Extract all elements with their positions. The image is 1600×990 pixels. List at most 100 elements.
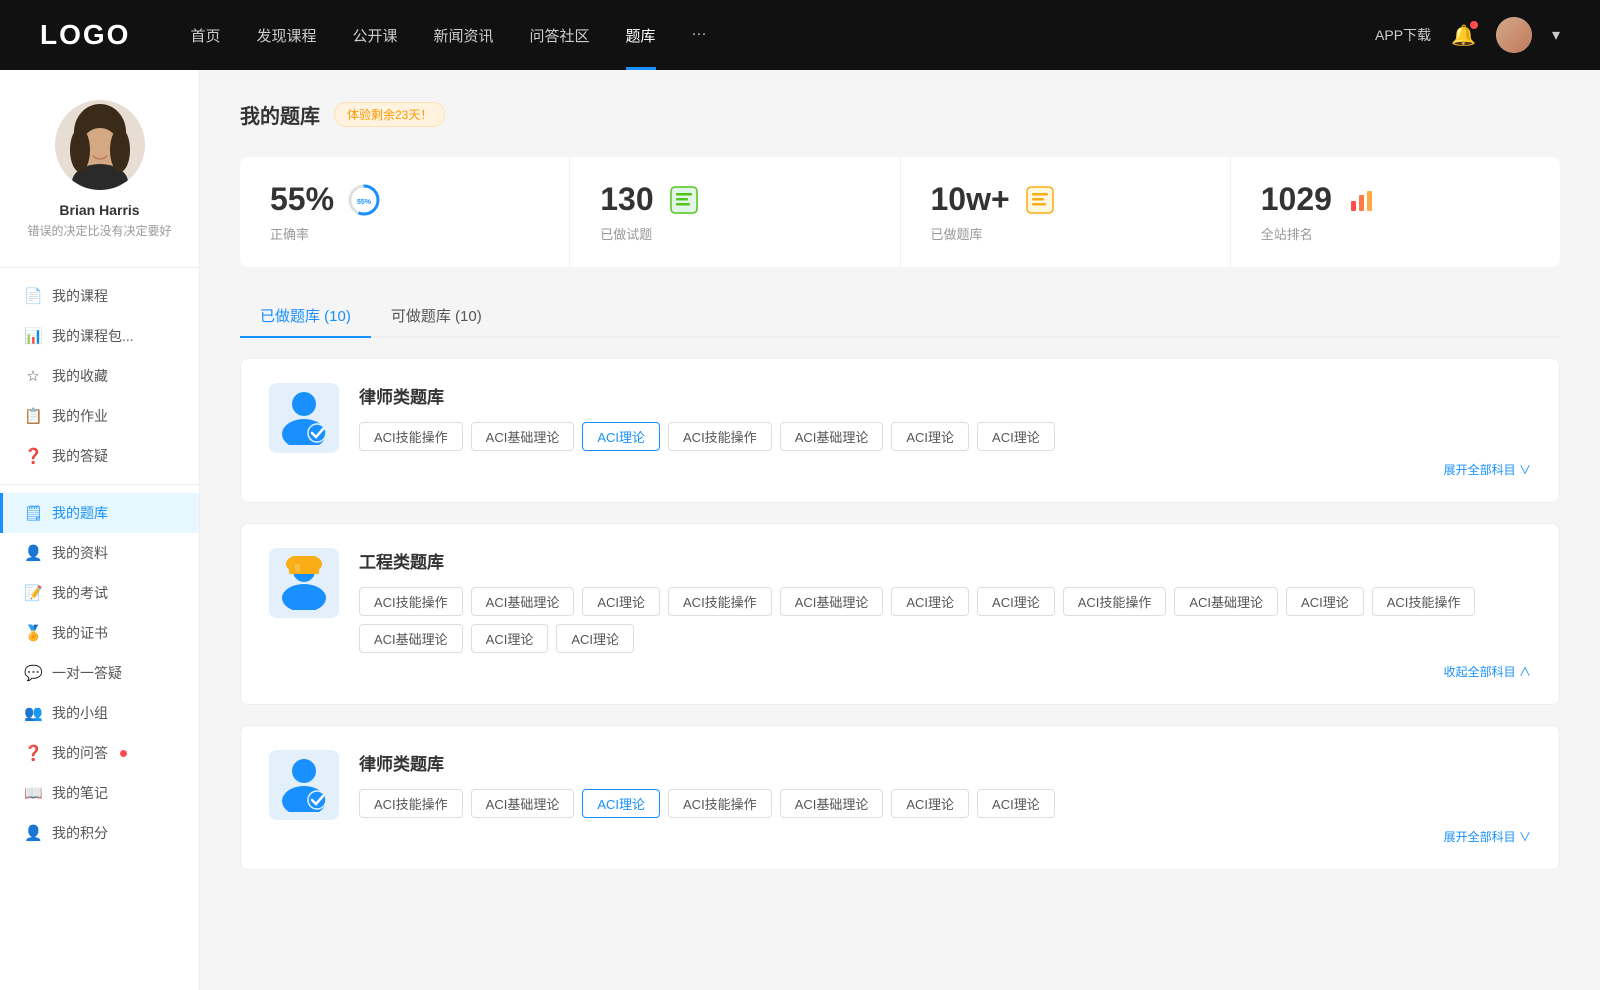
qbank-0-tag-0[interactable]: ACI技能操作 bbox=[359, 422, 463, 451]
sidebar-item-11[interactable]: ❓ 我的问答 bbox=[0, 733, 199, 773]
sidebar-item-13[interactable]: 👤 我的积分 bbox=[0, 813, 199, 853]
tab-done-banks[interactable]: 已做题库 (10) bbox=[240, 295, 371, 338]
sidebar-item-2[interactable]: ☆ 我的收藏 bbox=[0, 356, 199, 396]
qbank-1-title: 工程类题库 bbox=[359, 548, 1531, 573]
nav-link-公开课[interactable]: 公开课 bbox=[352, 25, 397, 46]
qbank-2-header: 律师类题库 ACI技能操作 ACI基础理论 ACI理论 ACI技能操作 ACI基… bbox=[269, 750, 1531, 845]
sidebar-label-9: 一对一答疑 bbox=[52, 663, 122, 683]
profile-avatar bbox=[55, 100, 145, 190]
qbank-1-tag-7[interactable]: ACI技能操作 bbox=[1063, 587, 1167, 616]
stat-accuracy-value: 55% bbox=[270, 181, 334, 218]
sidebar-icon-7: 📝 bbox=[24, 584, 42, 602]
sidebar-label-11: 我的问答 bbox=[52, 743, 108, 763]
sidebar-label-7: 我的考试 bbox=[52, 583, 108, 603]
qbank-1-tag-13[interactable]: ACI理论 bbox=[556, 624, 634, 653]
sidebar-icon-12: 📖 bbox=[24, 784, 42, 802]
sidebar-item-10[interactable]: 👥 我的小组 bbox=[0, 693, 199, 733]
qbank-0-tag-4[interactable]: ACI基础理论 bbox=[780, 422, 884, 451]
sidebar-icon-5: 🗒 bbox=[24, 504, 42, 522]
nav-link-首页[interactable]: 首页 bbox=[190, 25, 220, 46]
qbank-0-icon bbox=[269, 383, 339, 453]
sidebar-label-10: 我的小组 bbox=[52, 703, 108, 723]
qbank-1-tag-9[interactable]: ACI理论 bbox=[1286, 587, 1364, 616]
list-blue-icon bbox=[666, 182, 702, 218]
qbank-1-tag-1[interactable]: ACI基础理论 bbox=[471, 587, 575, 616]
qbank-0-tag-2[interactable]: ACI理论 bbox=[582, 422, 660, 451]
qbank-0-expand-btn[interactable]: 展开全部科目 ∨ bbox=[359, 461, 1531, 478]
qbank-1-tags: ACI技能操作 ACI基础理论 ACI理论 ACI技能操作 ACI基础理论 AC… bbox=[359, 587, 1531, 653]
avatar[interactable] bbox=[1496, 17, 1532, 53]
qbank-0-tag-1[interactable]: ACI基础理论 bbox=[471, 422, 575, 451]
notification-bell-button[interactable]: 🔔 bbox=[1451, 23, 1476, 48]
stat-ranking: 1029 全站排名 bbox=[1231, 157, 1560, 267]
sidebar-item-0[interactable]: 📄 我的课程 bbox=[0, 276, 199, 316]
tabs-row: 已做题库 (10) 可做题库 (10) bbox=[240, 295, 1560, 338]
sidebar-divider-1 bbox=[0, 267, 199, 268]
qbank-0-tags: ACI技能操作 ACI基础理论 ACI理论 ACI技能操作 ACI基础理论 AC… bbox=[359, 422, 1531, 451]
sidebar-icon-9: 💬 bbox=[24, 664, 42, 682]
qbank-0-tag-6[interactable]: ACI理论 bbox=[977, 422, 1055, 451]
sidebar-icon-2: ☆ bbox=[24, 367, 42, 385]
nav-link-发现课程[interactable]: 发现课程 bbox=[256, 25, 316, 46]
qbank-1-tag-3[interactable]: ACI技能操作 bbox=[668, 587, 772, 616]
qbank-1-tag-5[interactable]: ACI理论 bbox=[891, 587, 969, 616]
qbank-1-tag-2[interactable]: ACI理论 bbox=[582, 587, 660, 616]
qbank-1-icon bbox=[269, 548, 339, 618]
qbank-2-tag-3[interactable]: ACI技能操作 bbox=[668, 789, 772, 818]
nav-link-题库[interactable]: 题库 bbox=[626, 25, 656, 46]
qbank-1-tag-8[interactable]: ACI基础理论 bbox=[1174, 587, 1278, 616]
nav-right: APP下载 🔔 ▾ bbox=[1375, 17, 1560, 53]
nav-link-···[interactable]: ··· bbox=[692, 25, 707, 46]
qbank-1-tag-4[interactable]: ACI基础理论 bbox=[780, 587, 884, 616]
qbank-2-tag-1[interactable]: ACI基础理论 bbox=[471, 789, 575, 818]
qbank-1-header: 工程类题库 ACI技能操作 ACI基础理论 ACI理论 ACI技能操作 ACI基… bbox=[269, 548, 1531, 680]
stat-ranking-label: 全站排名 bbox=[1261, 224, 1530, 243]
qbank-0-tag-5[interactable]: ACI理论 bbox=[891, 422, 969, 451]
sidebar-item-4[interactable]: ❓ 我的答疑 bbox=[0, 436, 199, 476]
navbar: LOGO 首页 发现课程 公开课 新闻资讯 问答社区 题库 ··· APP下载 🔔 ▾ bbox=[0, 0, 1600, 70]
page-wrapper: Brian Harris 错误的决定比没有决定要好 📄 我的课程 📊 我的课程包… bbox=[0, 70, 1600, 990]
qbank-2-expand-btn[interactable]: 展开全部科目 ∨ bbox=[359, 828, 1531, 845]
qbank-1-expand-btn[interactable]: 收起全部科目 ∧ bbox=[359, 663, 1531, 680]
qbank-1-tag-6[interactable]: ACI理论 bbox=[977, 587, 1055, 616]
main-content: 我的题库 体验剩余23天！ 55% 55% 正确率 bbox=[200, 70, 1600, 990]
qbank-2-tag-4[interactable]: ACI基础理论 bbox=[780, 789, 884, 818]
sidebar-item-6[interactable]: 👤 我的资料 bbox=[0, 533, 199, 573]
sidebar-item-5[interactable]: 🗒 我的题库 bbox=[0, 493, 199, 533]
sidebar-item-9[interactable]: 💬 一对一答疑 bbox=[0, 653, 199, 693]
stat-done-questions-label: 已做试题 bbox=[600, 224, 869, 243]
sidebar-item-12[interactable]: 📖 我的笔记 bbox=[0, 773, 199, 813]
sidebar-label-8: 我的证书 bbox=[52, 623, 108, 643]
tab-available-banks[interactable]: 可做题库 (10) bbox=[371, 295, 502, 338]
sidebar-label-12: 我的笔记 bbox=[52, 783, 108, 803]
stat-done-banks-value: 10w+ bbox=[931, 181, 1010, 218]
sidebar-item-1[interactable]: 📊 我的课程包... bbox=[0, 316, 199, 356]
qbank-1-tag-0[interactable]: ACI技能操作 bbox=[359, 587, 463, 616]
app-download-button[interactable]: APP下载 bbox=[1375, 25, 1431, 45]
sidebar-item-7[interactable]: 📝 我的考试 bbox=[0, 573, 199, 613]
sidebar-item-3[interactable]: 📋 我的作业 bbox=[0, 396, 199, 436]
nav-link-问答社区[interactable]: 问答社区 bbox=[530, 25, 590, 46]
stat-done-questions-value: 130 bbox=[600, 181, 653, 218]
sidebar-item-8[interactable]: 🏅 我的证书 bbox=[0, 613, 199, 653]
qbank-0-tag-3[interactable]: ACI技能操作 bbox=[668, 422, 772, 451]
qbank-2-tag-2[interactable]: ACI理论 bbox=[582, 789, 660, 818]
qbank-1-tag-10[interactable]: ACI技能操作 bbox=[1372, 587, 1476, 616]
list-yellow-icon bbox=[1022, 182, 1058, 218]
page-header: 我的题库 体验剩余23天！ bbox=[240, 100, 1560, 129]
qbank-card-0: 律师类题库 ACI技能操作 ACI基础理论 ACI理论 ACI技能操作 ACI基… bbox=[240, 358, 1560, 503]
chevron-down-icon[interactable]: ▾ bbox=[1552, 25, 1560, 45]
qbank-1-tag-12[interactable]: ACI理论 bbox=[471, 624, 549, 653]
sidebar-label-1: 我的课程包... bbox=[52, 326, 134, 346]
qbank-2-tag-5[interactable]: ACI理论 bbox=[891, 789, 969, 818]
nav-link-新闻资讯[interactable]: 新闻资讯 bbox=[434, 25, 494, 46]
qbank-2-body: 律师类题库 ACI技能操作 ACI基础理论 ACI理论 ACI技能操作 ACI基… bbox=[359, 750, 1531, 845]
qbank-2-tag-0[interactable]: ACI技能操作 bbox=[359, 789, 463, 818]
qbank-1-tag-11[interactable]: ACI基础理论 bbox=[359, 624, 463, 653]
nav-logo: LOGO bbox=[40, 19, 130, 51]
qbank-2-tag-6[interactable]: ACI理论 bbox=[977, 789, 1055, 818]
sidebar-label-13: 我的积分 bbox=[52, 823, 108, 843]
stat-done-questions: 130 已做试题 bbox=[570, 157, 900, 267]
sidebar-icon-6: 👤 bbox=[24, 544, 42, 562]
qbank-list: 律师类题库 ACI技能操作 ACI基础理论 ACI理论 ACI技能操作 ACI基… bbox=[240, 358, 1560, 870]
